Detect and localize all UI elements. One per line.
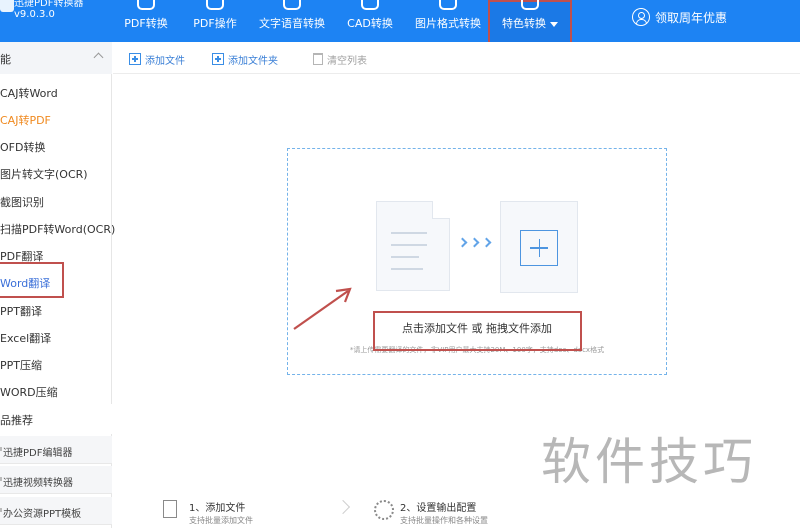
- sidebar-item-caj-pdf[interactable]: CAJ转PDF: [0, 105, 112, 132]
- clear-list-button[interactable]: 清空列表: [313, 51, 367, 67]
- product-label: 迅捷PDF编辑器: [3, 448, 73, 459]
- nav-pdf-convert[interactable]: PDF转换: [117, 0, 175, 42]
- nav-image-format[interactable]: 图片格式转换: [411, 0, 485, 42]
- nav-cad-convert[interactable]: CAD转换: [341, 0, 399, 42]
- promo-link[interactable]: 领取周年优惠: [632, 7, 727, 27]
- app-logo-icon: [0, 0, 14, 12]
- products-section-header: 品推荐: [0, 404, 112, 434]
- sidebar-item-caj-word[interactable]: CAJ转Word: [0, 78, 112, 105]
- nav-label: CAD转换: [347, 17, 393, 30]
- bullet-icon: [0, 477, 2, 481]
- bullet-icon: [0, 447, 2, 451]
- user-icon: [632, 8, 650, 26]
- add-file-button[interactable]: 添加文件: [129, 51, 185, 67]
- nav-text-voice[interactable]: 文字语音转换: [254, 0, 330, 42]
- special-convert-icon: [521, 0, 539, 10]
- sidebar-section-title: 能: [0, 53, 11, 66]
- caret-down-icon: [550, 21, 558, 27]
- annotation-arrow-icon: [293, 287, 352, 330]
- product-label: 迅捷视频转换器: [3, 478, 73, 489]
- app-version: v9.0.3.0: [14, 9, 55, 20]
- top-bar: 迅捷PDF转换器 v9.0.3.0 PDF转换 PDF操作 文字语音转换 CAD…: [0, 0, 800, 45]
- add-document-icon: [500, 201, 578, 293]
- cad-convert-icon: [361, 0, 379, 10]
- pdf-operate-icon: [206, 0, 224, 10]
- sidebar-item-ppt-translate[interactable]: PPT翻译: [0, 296, 112, 323]
- gear-icon: [374, 500, 394, 520]
- product-ppt-template[interactable]: 办公资源PPT模板: [0, 497, 112, 525]
- nav-special-convert[interactable]: 特色转换: [490, 0, 570, 42]
- sidebar-item-ppt-compress[interactable]: PPT压缩: [0, 350, 112, 377]
- product-label: 办公资源PPT模板: [3, 509, 82, 520]
- arrows-right-icon: [457, 237, 499, 251]
- add-folder-label: 添加文件夹: [228, 55, 278, 67]
- product-pdf-editor[interactable]: 迅捷PDF编辑器: [0, 436, 112, 464]
- sidebar-item-ocr[interactable]: 图片转文字(OCR): [0, 159, 112, 186]
- chevron-right-icon: [335, 499, 351, 515]
- step-title: 2、设置输出配置: [400, 503, 477, 514]
- nav-label: 文字语音转换: [259, 17, 325, 30]
- sidebar-item-screenshot[interactable]: 截图识别: [0, 187, 112, 214]
- toolbar: 添加文件 添加文件夹 清空列表: [113, 42, 800, 74]
- bullet-icon: [0, 508, 2, 512]
- sidebar-item-ofd[interactable]: OFD转换: [0, 132, 112, 159]
- sidebar-item-word-compress[interactable]: WORD压缩: [0, 377, 112, 404]
- nav-label: PDF操作: [193, 17, 237, 30]
- watermark: 软件技巧: [541, 433, 757, 491]
- add-file-label: 添加文件: [145, 55, 185, 67]
- clear-list-label: 清空列表: [327, 55, 367, 67]
- file-add-icon: [163, 500, 177, 518]
- app-name: 迅捷PDF转换器: [14, 0, 84, 9]
- trash-icon: [313, 53, 323, 65]
- image-format-icon: [439, 0, 457, 10]
- nav-label: 图片格式转换: [415, 17, 481, 30]
- products-title: 品推荐: [0, 414, 33, 427]
- product-video-converter[interactable]: 迅捷视频转换器: [0, 466, 112, 494]
- promo-label: 领取周年优惠: [655, 10, 728, 25]
- document-icon: [376, 201, 450, 291]
- chevron-up-icon: [93, 52, 104, 63]
- step-desc: 支持批量添加文件: [189, 516, 253, 525]
- pdf-convert-icon: [137, 0, 155, 10]
- step-desc: 支持批量操作和各种设置: [400, 516, 488, 525]
- add-folder-button[interactable]: 添加文件夹: [212, 51, 278, 67]
- sidebar-item-scan-pdf[interactable]: 扫描PDF转Word(OCR): [0, 214, 115, 241]
- sidebar-section-header[interactable]: 能: [0, 42, 112, 74]
- nav-pdf-operate[interactable]: PDF操作: [186, 0, 244, 42]
- sidebar-item-excel-translate[interactable]: Excel翻译: [0, 323, 112, 350]
- highlight-box-drop-title: [373, 311, 582, 351]
- nav-label: PDF转换: [124, 17, 168, 30]
- add-file-icon: [129, 53, 141, 65]
- nav-label: 特色转换: [502, 17, 546, 30]
- step-title: 1、添加文件: [189, 503, 246, 514]
- text-voice-icon: [283, 0, 301, 10]
- nav-label-wrap: 特色转换: [490, 15, 570, 31]
- add-folder-icon: [212, 53, 224, 65]
- highlight-box-word-translate: [0, 262, 64, 298]
